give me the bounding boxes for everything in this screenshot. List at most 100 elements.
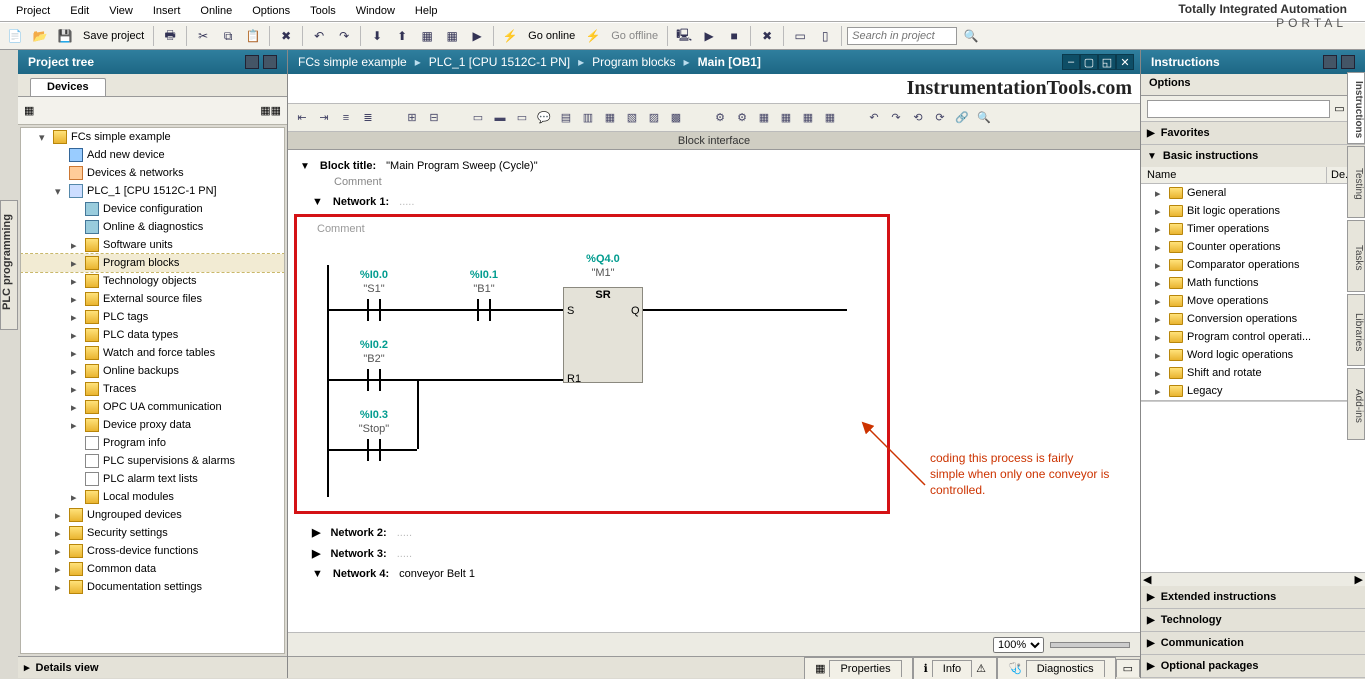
- print-icon[interactable]: 🖶: [159, 25, 181, 47]
- diagnostics-tab[interactable]: 🩺 Diagnostics: [997, 657, 1116, 679]
- ed-btn[interactable]: ⚙: [710, 108, 730, 128]
- split-v-icon[interactable]: ▯: [814, 25, 836, 47]
- ed-btn[interactable]: ▧: [622, 108, 642, 128]
- tree-item[interactable]: Program info: [21, 434, 284, 452]
- ed-btn[interactable]: ▦: [776, 108, 796, 128]
- tree-item[interactable]: ▸External source files: [21, 290, 284, 308]
- ed-btn[interactable]: ⇤: [292, 108, 312, 128]
- net1-title[interactable]: .....: [399, 196, 414, 208]
- instruction-item[interactable]: ▸Program control operati...: [1141, 328, 1365, 346]
- tree-item[interactable]: ▸Common data: [21, 560, 284, 578]
- vtab-tasks[interactable]: Tasks: [1347, 220, 1365, 292]
- split-h-icon[interactable]: ▭: [789, 25, 811, 47]
- start-cpu-icon[interactable]: ▶: [698, 25, 720, 47]
- network-3-label[interactable]: Network 3:: [330, 548, 386, 560]
- ed-btn[interactable]: ▬: [490, 108, 510, 128]
- zoom-select[interactable]: 100%: [993, 637, 1044, 653]
- ed-btn[interactable]: ▤: [556, 108, 576, 128]
- basic-instructions-section[interactable]: ▼Basic instructions: [1141, 145, 1365, 167]
- col-name[interactable]: Name: [1141, 167, 1327, 183]
- paste-icon[interactable]: 📋: [242, 25, 264, 47]
- ed-btn[interactable]: ≣: [358, 108, 378, 128]
- zoom-slider[interactable]: [1050, 642, 1130, 648]
- ladder-editor[interactable]: ▼ Block title: "Main Program Sweep (Cycl…: [288, 150, 1140, 632]
- ed-btn[interactable]: ⊞: [402, 108, 422, 128]
- go-online-button[interactable]: Go online: [524, 28, 579, 44]
- network-2-label[interactable]: Network 2:: [330, 527, 386, 539]
- instruction-item[interactable]: ▸Word logic operations: [1141, 346, 1365, 364]
- cut-icon[interactable]: ✂: [192, 25, 214, 47]
- menu-insert[interactable]: Insert: [143, 3, 191, 19]
- vtab-addins[interactable]: Add-ins: [1347, 368, 1365, 440]
- crumb-3[interactable]: Main [OB1]: [698, 55, 761, 69]
- tree-item[interactable]: ▸Software units: [21, 236, 284, 254]
- toggle-view-icon[interactable]: ▦: [24, 104, 34, 117]
- menu-view[interactable]: View: [99, 3, 143, 19]
- vtab-instructions[interactable]: Instructions: [1347, 72, 1365, 144]
- compile-icon[interactable]: ▦: [416, 25, 438, 47]
- tree-item[interactable]: ▸Ungrouped devices: [21, 506, 284, 524]
- ed-btn[interactable]: 🔍: [974, 108, 994, 128]
- float-icon[interactable]: ▢: [1080, 54, 1098, 70]
- instruction-item[interactable]: ▸Legacy: [1141, 382, 1365, 400]
- tree-item[interactable]: Device configuration: [21, 200, 284, 218]
- tree-item[interactable]: ▸Watch and force tables: [21, 344, 284, 362]
- search-go-icon[interactable]: 🔍: [960, 25, 982, 47]
- net4-collapse-icon[interactable]: ▼: [312, 568, 323, 580]
- ed-btn[interactable]: ↶: [864, 108, 884, 128]
- search-input[interactable]: [847, 27, 957, 45]
- ed-btn[interactable]: ⇥: [314, 108, 334, 128]
- ed-btn[interactable]: ≡: [336, 108, 356, 128]
- max-icon[interactable]: ◱: [1098, 54, 1116, 70]
- stop-cpu-icon[interactable]: ■: [723, 25, 745, 47]
- instruction-item[interactable]: ▸Shift and rotate: [1141, 364, 1365, 382]
- tree-item[interactable]: ▸Technology objects: [21, 272, 284, 290]
- menu-online[interactable]: Online: [190, 3, 242, 19]
- menu-help[interactable]: Help: [405, 3, 448, 19]
- instruction-item[interactable]: ▸Conversion operations: [1141, 310, 1365, 328]
- instruction-item[interactable]: ▸Comparator operations: [1141, 256, 1365, 274]
- favorites-section[interactable]: ▶Favorites: [1141, 122, 1365, 144]
- block-collapse-icon[interactable]: ▼: [300, 161, 310, 172]
- block-title-value[interactable]: "Main Program Sweep (Cycle)": [386, 160, 537, 172]
- optional-packages-section[interactable]: ▶Optional packages: [1141, 655, 1365, 677]
- tree-grid2-icon[interactable]: ▦: [271, 105, 281, 117]
- go-online-icon[interactable]: ⚡: [499, 25, 521, 47]
- tree-item[interactable]: Devices & networks: [21, 164, 284, 182]
- communication-section[interactable]: ▶Communication: [1141, 632, 1365, 654]
- save-project-button[interactable]: Save project: [79, 28, 148, 44]
- net1-collapse-icon[interactable]: ▼: [312, 196, 323, 208]
- tree-item[interactable]: ▾FCs simple example: [21, 128, 284, 146]
- tree-grid1-icon[interactable]: ▦: [260, 105, 270, 117]
- save-icon[interactable]: 💾: [54, 25, 76, 47]
- scroll-right-icon[interactable]: ▶: [1355, 573, 1363, 586]
- copy-icon[interactable]: ⧉: [217, 25, 239, 47]
- instruction-item[interactable]: ▸Math functions: [1141, 274, 1365, 292]
- accessible-devices-icon[interactable]: 🖳: [673, 25, 695, 47]
- net3-collapse-icon[interactable]: ▶: [312, 547, 320, 560]
- ed-btn[interactable]: ▦: [600, 108, 620, 128]
- plc-programming-vtab[interactable]: PLC programming: [0, 200, 18, 330]
- go-offline-button[interactable]: Go offline: [607, 28, 662, 44]
- start-icon[interactable]: ▶: [466, 25, 488, 47]
- extended-instructions-section[interactable]: ▶Extended instructions: [1141, 586, 1365, 608]
- network-4-title[interactable]: conveyor Belt 1: [399, 568, 475, 580]
- tree-item[interactable]: ▸PLC tags: [21, 308, 284, 326]
- menu-project[interactable]: Project: [6, 3, 60, 19]
- redo-icon[interactable]: ↷: [333, 25, 355, 47]
- instruction-item[interactable]: ▸Timer operations: [1141, 220, 1365, 238]
- tree-item[interactable]: ▸OPC UA communication: [21, 398, 284, 416]
- open-project-icon[interactable]: 📂: [29, 25, 51, 47]
- ed-btn[interactable]: ▦: [820, 108, 840, 128]
- crumb-2[interactable]: Program blocks: [592, 55, 675, 69]
- sr-block[interactable]: [563, 287, 643, 383]
- ed-btn[interactable]: 🔗: [952, 108, 972, 128]
- tabs-expand-icon[interactable]: ▭: [1116, 659, 1140, 677]
- block-comment[interactable]: Comment: [294, 176, 1130, 192]
- scroll-left-icon[interactable]: ◀: [1143, 573, 1151, 586]
- tree-item[interactable]: PLC supervisions & alarms: [21, 452, 284, 470]
- instruction-item[interactable]: ▸Move operations: [1141, 292, 1365, 310]
- ed-btn[interactable]: ▭: [468, 108, 488, 128]
- ed-btn[interactable]: ⟲: [908, 108, 928, 128]
- tree-item[interactable]: ▸Online backups: [21, 362, 284, 380]
